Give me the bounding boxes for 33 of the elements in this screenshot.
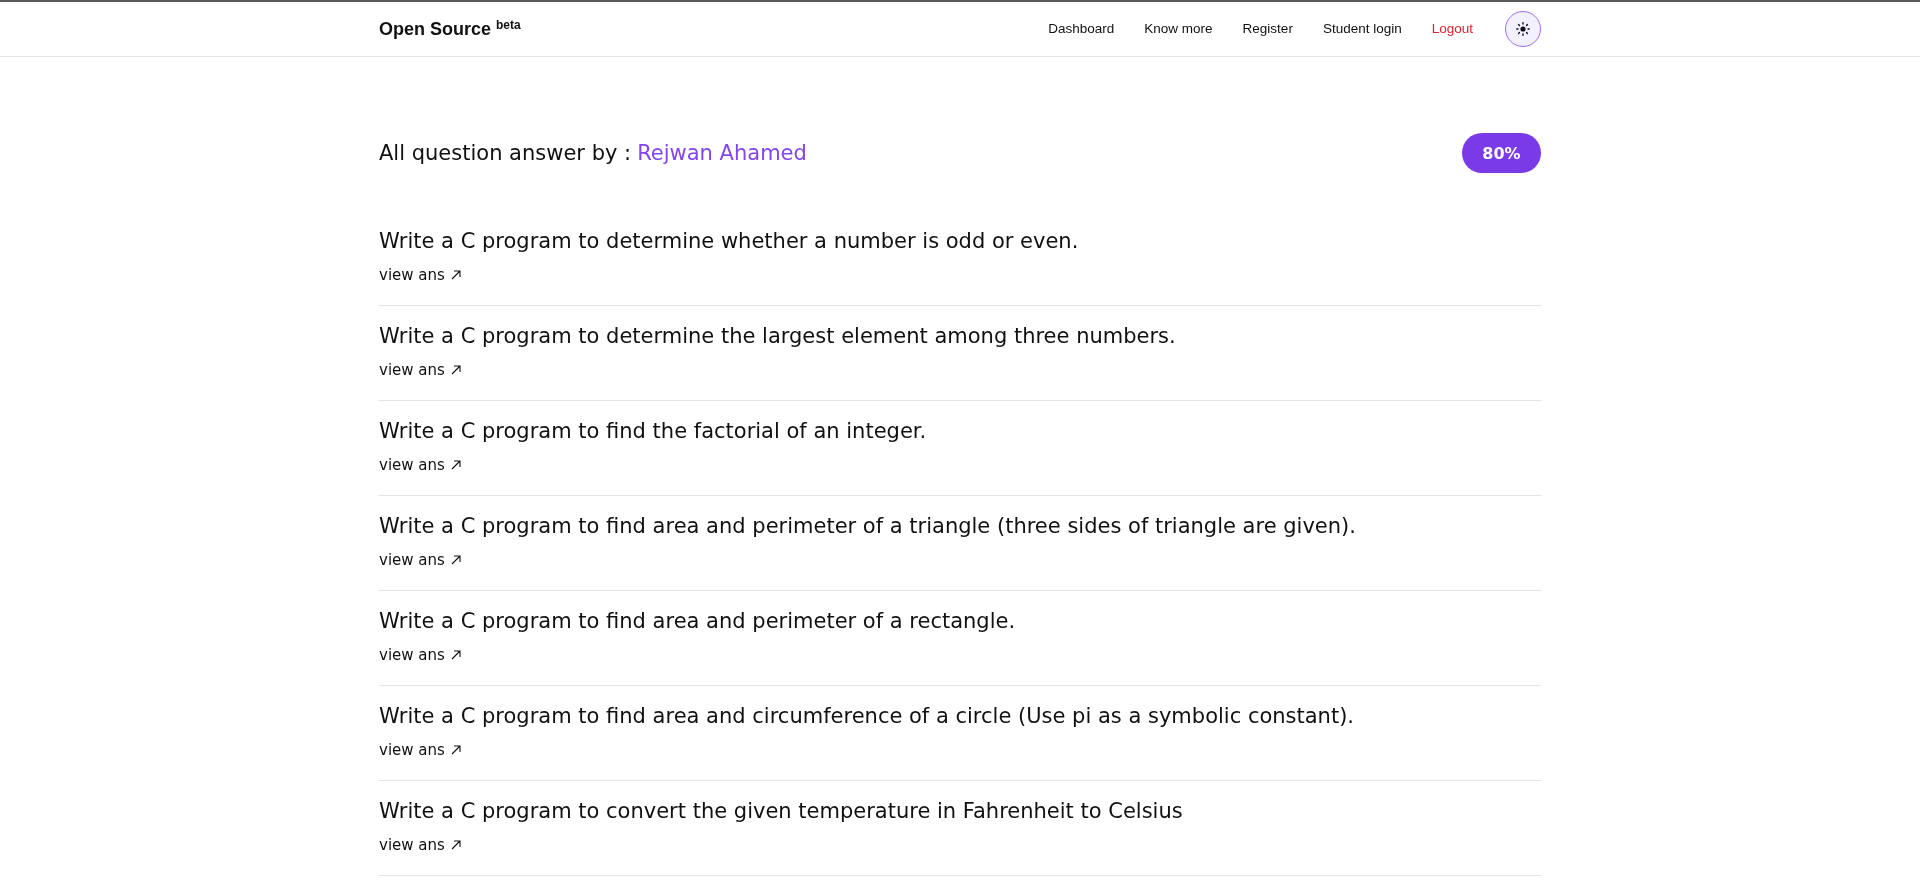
view-answer-link[interactable]: view ans [379, 265, 461, 285]
diagonal-arrow-icon [450, 365, 461, 375]
question-text: Write a C program to determine the largest element among three numbers. [379, 323, 1177, 350]
nav-link[interactable]: Logout [1431, 20, 1473, 38]
sun-icon [1516, 22, 1530, 36]
nav-link[interactable]: Register [1242, 20, 1293, 38]
view-answer-link[interactable]: view ans [379, 550, 461, 570]
question-text: Write a C program to convert the given temperature in Fahrenheit to Celsius [379, 798, 1184, 825]
diagonal-arrow-icon [450, 840, 461, 850]
intro-label: All question answer by : [379, 140, 632, 167]
view-answer-link[interactable]: view ans [379, 740, 461, 760]
progress-badge: 80% [1462, 133, 1541, 173]
question-text: Write a C program to find area and perimeter of a rectangle. [379, 608, 1017, 635]
theme-toggle-button[interactable] [1505, 11, 1541, 47]
question-text: Write a C program to find area and circumference of a circle (Use pi as a symbolic constant). [379, 703, 1356, 730]
nav-link[interactable]: Dashboard [1048, 20, 1115, 38]
author-name: Rejwan Ahamed [637, 140, 807, 167]
view-answer-link[interactable]: view ans [379, 835, 461, 855]
diagonal-arrow-icon [450, 270, 461, 280]
question-text: Write a C program to find area and perimeter of a triangle (three sides of triangle are given). [379, 513, 1357, 540]
question-text: Write a C program to determine whether a number is odd or even. [379, 228, 1080, 255]
nav-link[interactable]: Know more [1144, 20, 1213, 38]
view-answer-link[interactable]: view ans [379, 455, 461, 475]
diagonal-arrow-icon [450, 460, 461, 470]
diagonal-arrow-icon [450, 555, 461, 565]
view-answer-link[interactable]: view ans [379, 645, 461, 665]
view-answer-link[interactable]: view ans [379, 360, 461, 380]
beta-label: beta [496, 18, 521, 32]
question-text: Write a C program to find the factorial of an integer. [379, 418, 928, 445]
diagonal-arrow-icon [450, 745, 461, 755]
site-logo[interactable]: Open Source $^{beta}$ [379, 17, 521, 41]
nav-link[interactable]: Student login [1322, 20, 1402, 38]
diagonal-arrow-icon [450, 650, 461, 660]
